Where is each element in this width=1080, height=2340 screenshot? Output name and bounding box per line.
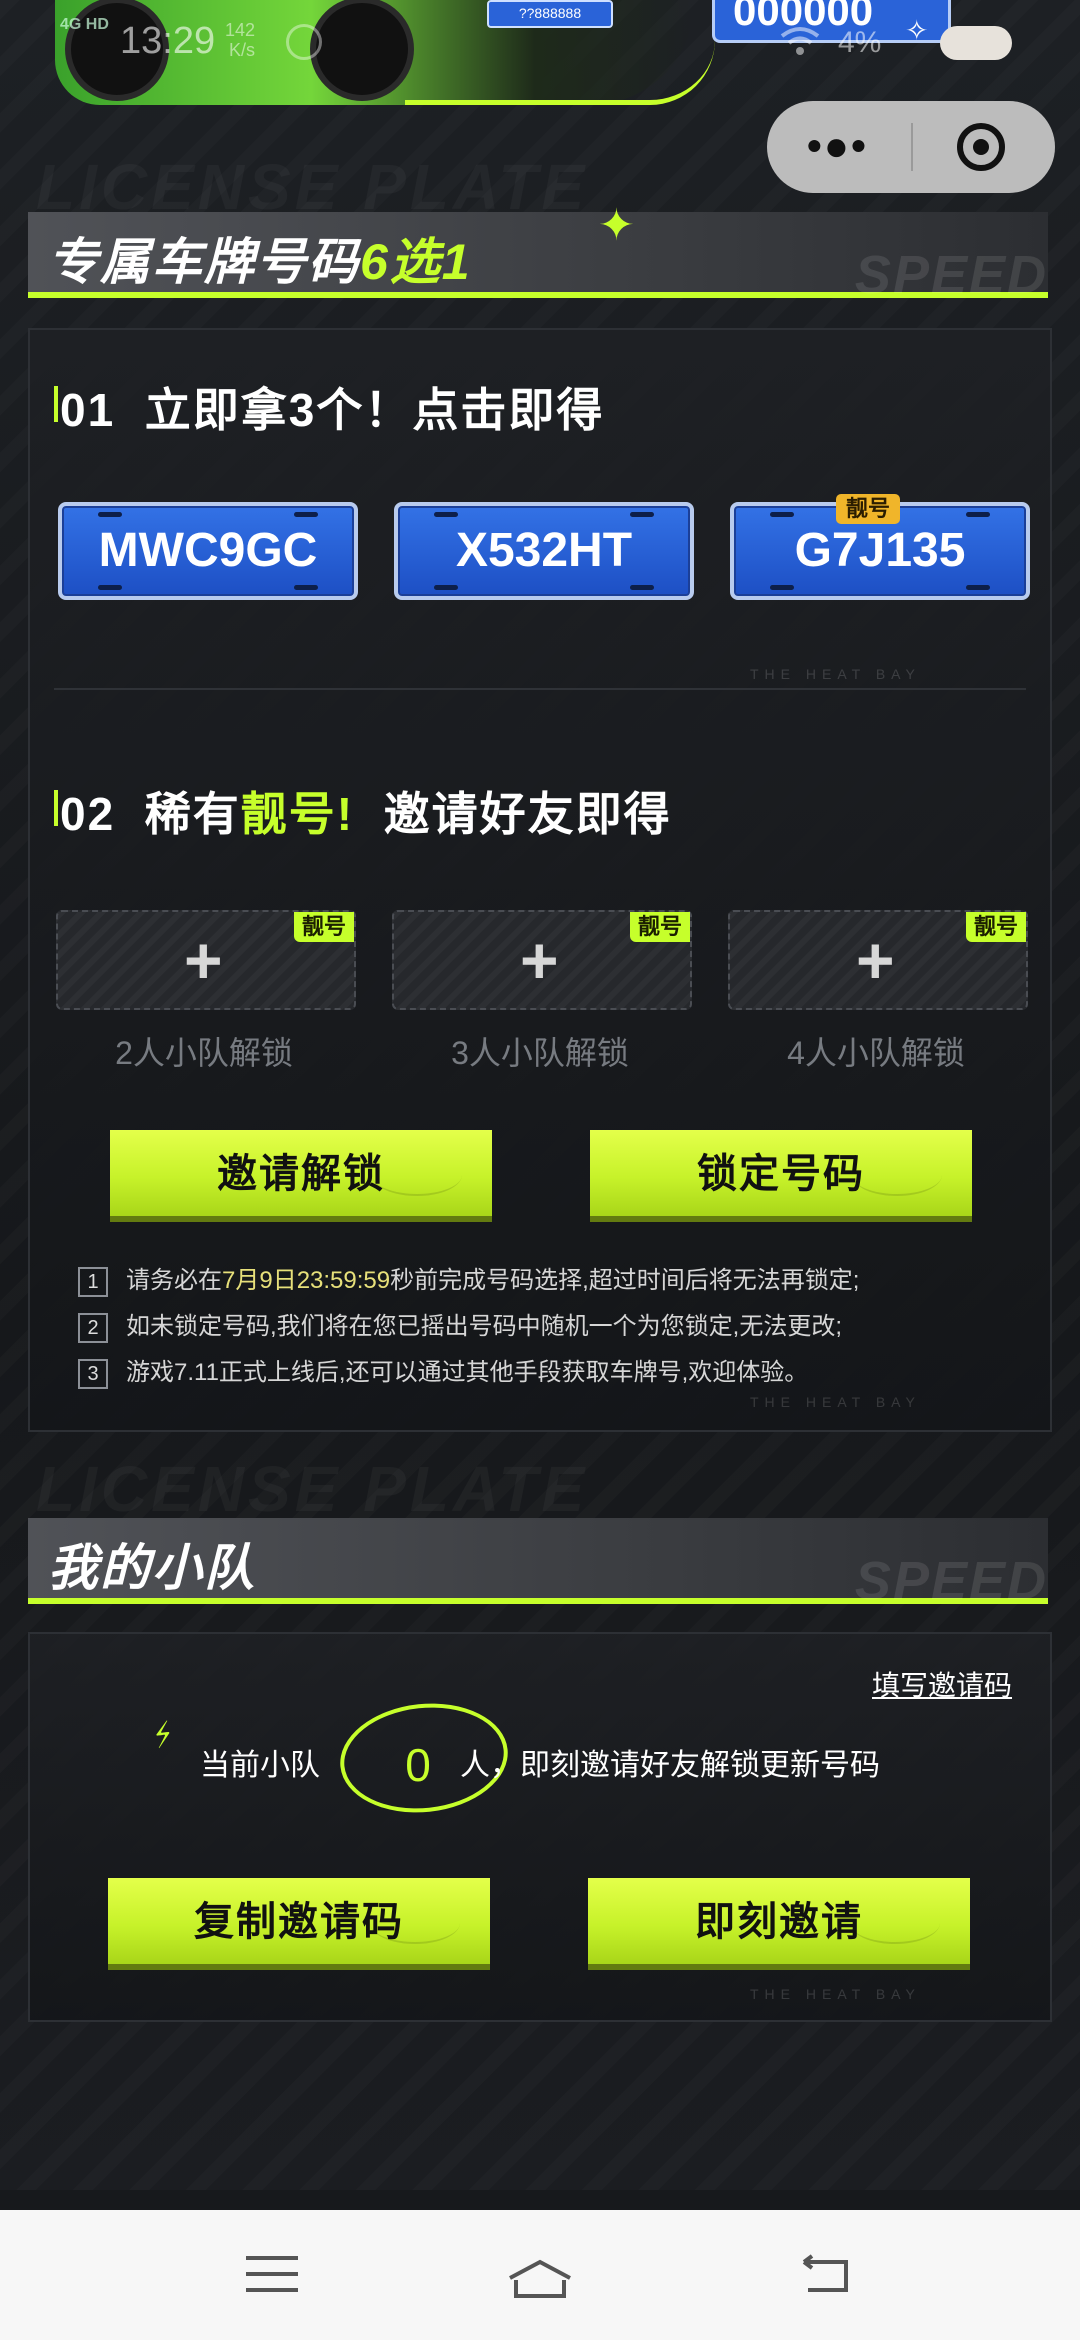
invite-unlock-button[interactable]: 邀请解锁 bbox=[110, 1130, 492, 1216]
premium-tag: 靓号 bbox=[293, 912, 354, 942]
divider bbox=[54, 688, 1026, 690]
clock: 13:29 bbox=[120, 20, 216, 62]
note-text: 秒前完成号码选择,超过时间后将无法再锁定; bbox=[390, 1267, 860, 1294]
note-deadline: 7月9日23:59:59 bbox=[222, 1267, 391, 1294]
team-prefix: 当前小队 bbox=[200, 1749, 320, 1782]
step2-title-a: 稀有 bbox=[144, 788, 241, 840]
copy-invite-code-button[interactable]: 复制邀请码 bbox=[108, 1878, 490, 1964]
section-header-plates: 专属车牌号码6选1 ✦ SPEED bbox=[28, 201, 1048, 305]
premium-badge: 靓号 bbox=[836, 494, 901, 524]
step1-number: 01 bbox=[60, 384, 116, 436]
note-number: 2 bbox=[78, 1312, 108, 1343]
system-nav-bar bbox=[0, 2210, 1080, 2340]
slot-label: 4人小队解锁 bbox=[787, 1035, 965, 1071]
plate-text: G7J135 bbox=[794, 524, 966, 577]
lock-number-button[interactable]: 锁定号码 bbox=[590, 1130, 972, 1216]
speed-watermark: SPEED bbox=[854, 1551, 1048, 1611]
heat-bay-watermark: THE HEAT BAY bbox=[750, 1394, 921, 1410]
plus-icon: + bbox=[856, 923, 895, 997]
status-bar: 4G HD 13:29 142 K/s 4% ✧ bbox=[0, 0, 1080, 80]
note-1: 1 请务必在7月9日23:59:59秒前完成号码选择,超过时间后将无法再锁定; bbox=[78, 1260, 859, 1297]
menu-icon[interactable] bbox=[246, 2256, 298, 2304]
step2-title-b: 邀请好友即得 bbox=[383, 788, 672, 840]
step1-title-text: 立即拿3个！点击即得 bbox=[144, 384, 605, 436]
locked-slot-3[interactable]: + 靓号 bbox=[392, 910, 692, 1010]
locked-slot-2[interactable]: + 靓号 bbox=[56, 910, 356, 1010]
net-speed: 142 K/s bbox=[225, 20, 255, 60]
battery-percent: 4% bbox=[838, 26, 882, 59]
speed-watermark: SPEED bbox=[854, 245, 1048, 305]
plate-option-1[interactable]: MWC9GC bbox=[58, 502, 358, 600]
network-indicator: 4G HD bbox=[60, 16, 109, 33]
note-2: 2 如未锁定号码,我们将在您已摇出号码中随机一个为您锁定,无法更改; bbox=[78, 1306, 842, 1343]
note-number: 1 bbox=[78, 1266, 108, 1297]
license-plate-watermark: LICENSE PLATE bbox=[36, 1452, 588, 1526]
home-icon[interactable] bbox=[506, 2258, 574, 2300]
media-icon bbox=[286, 24, 322, 60]
plus-icon: + bbox=[184, 923, 223, 997]
section-title-highlight: 6选1 bbox=[360, 234, 472, 290]
sparkle-icon: ✧ bbox=[905, 15, 929, 46]
more-dots-icon[interactable]: •●• bbox=[807, 125, 868, 167]
back-icon[interactable] bbox=[796, 2254, 852, 2294]
miniprogram-capsule: •●• bbox=[767, 101, 1055, 193]
invite-now-button[interactable]: 即刻邀请 bbox=[588, 1878, 970, 1964]
section-header-team: 我的小队 SPEED bbox=[28, 1518, 1048, 1611]
note-text: 请务必在 bbox=[126, 1267, 222, 1294]
note-number: 3 bbox=[78, 1358, 108, 1389]
step1-title: 01 立即拿3个！点击即得 bbox=[53, 374, 605, 440]
target-icon[interactable] bbox=[957, 123, 1005, 171]
locked-slot-4[interactable]: + 靓号 bbox=[728, 910, 1028, 1010]
heat-bay-watermark: THE HEAT BAY bbox=[750, 1986, 921, 2002]
heat-bay-watermark: THE HEAT BAY bbox=[750, 666, 921, 682]
note-text: 游戏7.11正式上线后,还可以通过其他手段获取车牌号,欢迎体验。 bbox=[126, 1359, 809, 1386]
section-title-text: 专属车牌号码 bbox=[48, 234, 360, 290]
capsule-divider bbox=[911, 123, 913, 171]
premium-tag: 靓号 bbox=[629, 912, 690, 942]
note-3: 3 游戏7.11正式上线后,还可以通过其他手段获取车牌号,欢迎体验。 bbox=[78, 1352, 808, 1389]
net-speed-value: 142 bbox=[225, 20, 256, 40]
slot-label: 3人小队解锁 bbox=[451, 1035, 629, 1071]
plate-text: MWC9GC bbox=[98, 524, 318, 577]
wifi-icon bbox=[780, 26, 820, 64]
premium-tag: 靓号 bbox=[965, 912, 1026, 942]
battery-icon bbox=[940, 26, 1012, 60]
step2-title: 02 稀有靓号! 邀请好友即得 bbox=[54, 778, 672, 844]
plate-text: X532HT bbox=[455, 524, 633, 577]
plates-panel: 01 立即拿3个！点击即得 MWC9GC X532HT G7J135 靓号 TH… bbox=[28, 328, 1052, 1432]
plate-option-2[interactable]: X532HT bbox=[394, 502, 694, 600]
plus-icon: + bbox=[520, 923, 559, 997]
team-suffix: 人，即刻邀请好友解锁更新号码 bbox=[460, 1749, 880, 1782]
section-title: 我的小队 bbox=[48, 1540, 256, 1596]
net-speed-unit: K/s bbox=[229, 40, 256, 60]
section-title: 专属车牌号码6选1 bbox=[48, 222, 472, 294]
step2-number: 02 bbox=[60, 788, 116, 840]
slot-label: 2人小队解锁 bbox=[115, 1035, 293, 1071]
team-status: 当前小队 人，即刻邀请好友解锁更新号码 bbox=[200, 1740, 880, 1784]
fill-invite-code-link[interactable]: 填写邀请码 bbox=[872, 1664, 1012, 1704]
sparkle-icon: ✦ bbox=[598, 201, 635, 250]
note-text: 如未锁定号码,我们将在您已摇出号码中随机一个为您锁定,无法更改; bbox=[126, 1313, 843, 1340]
step2-title-highlight: 靓号! bbox=[240, 788, 355, 840]
